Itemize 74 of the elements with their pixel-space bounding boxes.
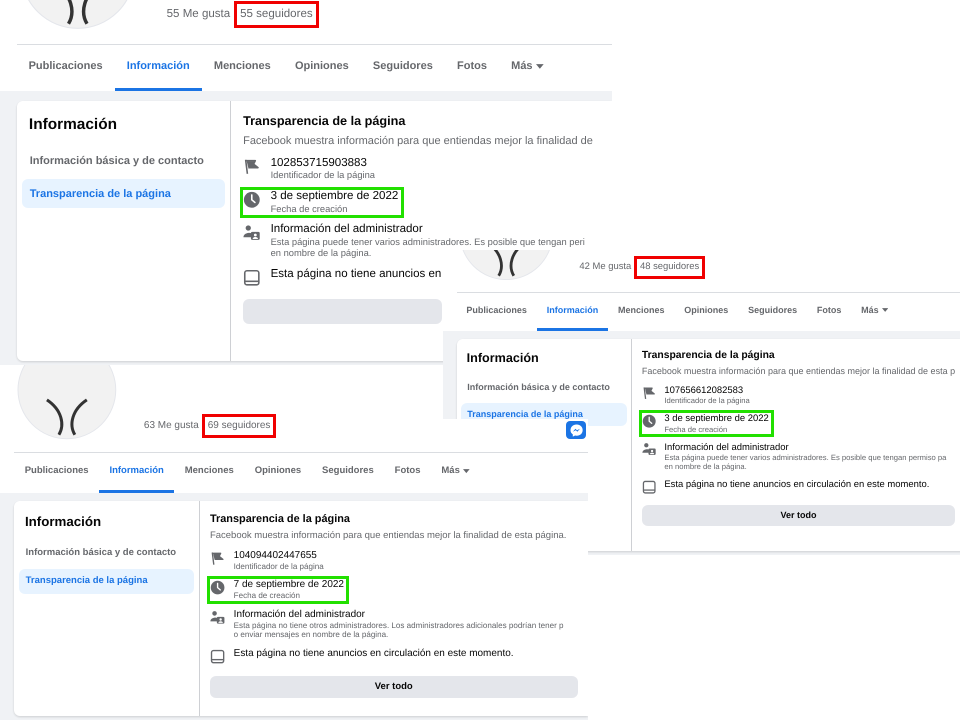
clock-icon	[642, 414, 656, 428]
info-title: Información del administrador	[234, 608, 365, 621]
screen-icon	[210, 649, 226, 664]
tab[interactable]: Fotos	[807, 293, 852, 331]
admin-icon	[210, 610, 226, 625]
info-title: Esta página no tiene anuncios en	[270, 268, 442, 282]
section-description: Facebook muestra información para que entiendas mejor la finalidad de esta página.	[210, 528, 568, 543]
see-all-button[interactable]: Ver todo	[642, 505, 956, 526]
info-detail: en nombre de la página.	[270, 248, 372, 260]
followers-count: 69 seguidores	[202, 414, 276, 438]
tab[interactable]: Seguidores	[312, 453, 384, 493]
screen-icon	[243, 268, 261, 286]
sidebar-title: Información	[24, 512, 102, 531]
info-title: 3 de septiembre de 2022	[664, 413, 769, 425]
admin-icon	[642, 442, 656, 457]
section-description: Facebook muestra información para que entiendas mejor la finalidad de esta p	[642, 364, 956, 378]
info-detail: Identificador de la página	[270, 170, 375, 182]
sidebar-item[interactable]: Información básica y de contacto	[22, 147, 224, 176]
tab[interactable]: Seguidores	[360, 45, 445, 92]
sidebar-item[interactable]: Transparencia de la página	[19, 569, 194, 594]
info-detail: o enviar mensajes en nombre de la página.	[234, 630, 388, 640]
info-detail: Identificador de la página	[234, 562, 324, 572]
tab[interactable]: Menciones	[174, 453, 244, 493]
tab[interactable]: Publicaciones	[456, 293, 537, 331]
tab[interactable]: Más	[430, 453, 480, 493]
tab[interactable]: Publicaciones	[16, 45, 115, 92]
screen-icon	[642, 480, 656, 494]
clock-icon	[210, 580, 226, 596]
likes-count: 63 Me gusta	[144, 418, 199, 433]
section-title: Transparencia de la página	[243, 113, 406, 130]
admin-icon	[243, 224, 261, 242]
tab[interactable]: Publicaciones	[14, 453, 100, 493]
sidebar-title: Información	[28, 115, 118, 136]
info-detail: Fecha de creación	[234, 591, 300, 601]
info-title: 102853715903883	[270, 156, 367, 170]
info-title: 3 de septiembre de 2022	[270, 190, 398, 204]
messenger-button[interactable]	[566, 421, 586, 440]
tab[interactable]: Opiniones	[282, 45, 361, 92]
info-title: 107656612082583	[664, 384, 744, 396]
followers-count: 55 seguidores	[234, 1, 320, 28]
tab[interactable]: Más	[499, 45, 556, 92]
flag-icon	[642, 386, 656, 400]
sidebar-title: Información	[466, 350, 540, 367]
tab[interactable]: Fotos	[384, 453, 431, 493]
flag-icon	[210, 550, 226, 566]
section-description: Facebook muestra información para que entiendas mejor la finalidad de	[243, 134, 594, 149]
info-title: Esta página no tiene anuncios en circulación en este momento.	[664, 479, 930, 490]
info-title: 104094402447655	[234, 550, 317, 562]
messenger-icon	[568, 422, 584, 438]
tab[interactable]: Opiniones	[244, 453, 312, 493]
sidebar-item[interactable]: Información básica y de contacto	[19, 541, 194, 566]
info-detail: Fecha de creación	[270, 204, 348, 215]
tab[interactable]: Opiniones	[674, 293, 738, 331]
tab[interactable]: Menciones	[608, 293, 674, 331]
info-detail: Esta página no tiene otros administradores. Los administradores adicionales podrían tener p	[234, 620, 564, 630]
section-title: Transparencia de la página	[210, 512, 351, 527]
followers-count: 48 seguidores	[634, 256, 706, 279]
info-title: 7 de septiembre de 2022	[234, 579, 344, 592]
sidebar-item[interactable]: Información básica y de contacto	[461, 376, 626, 400]
info-title: Información del administrador	[270, 223, 423, 237]
info-title: Esta página no tiene anuncios en circulación en este momento.	[234, 648, 514, 660]
likes-count: 42 Me gusta	[579, 260, 632, 274]
tab[interactable]: Menciones	[202, 45, 283, 92]
likes-count: 55 Me gusta	[166, 6, 230, 22]
info-title: Información del administrador	[664, 442, 789, 453]
sidebar-item[interactable]: Transparencia de la página	[22, 179, 224, 208]
see-all-button[interactable]: Ver todo	[210, 676, 578, 698]
section-title: Transparencia de la página	[642, 348, 776, 363]
tab[interactable]: Fotos	[444, 45, 500, 92]
info-detail: Esta página puede tener varios administradores. Es posible que tengan peri	[270, 236, 585, 248]
tab[interactable]: Más	[851, 293, 898, 331]
flag-icon	[243, 158, 261, 176]
clock-icon	[243, 190, 261, 209]
tab[interactable]: Seguidores	[738, 293, 807, 331]
